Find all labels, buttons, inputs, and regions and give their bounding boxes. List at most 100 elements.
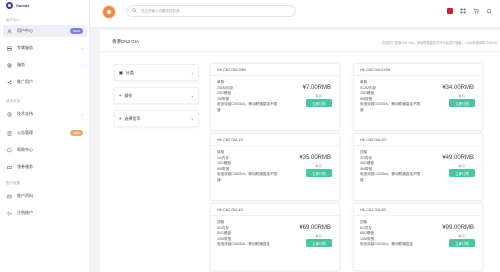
sidebar-item-coupons[interactable]: 领券服务 — [3, 161, 87, 173]
brand-logo-icon — [6, 2, 13, 9]
sidebar-item-label: 技术支持 — [17, 111, 33, 116]
cart-icon[interactable] — [473, 8, 479, 14]
sidebar-item-services[interactable]: 服务 › — [3, 59, 87, 71]
product-price: ¥7.00RMB — [302, 85, 331, 91]
sidebar-item-support[interactable]: 技术支持 › — [3, 108, 87, 120]
chevron-right-icon: › — [81, 111, 83, 117]
globe-icon — [7, 62, 12, 68]
product-spec: 四核 8G内存 80G硬盘 15M带宽 电信双链CN2GIA，移动联通直连 — [360, 220, 422, 248]
chevron-down-icon: ⌄ — [190, 70, 194, 75]
product-name: HK-CN2 GIA 4G — [211, 204, 339, 216]
sidebar-item-label: 账户资料 — [17, 193, 33, 198]
product-card: HK-CN2 GIA 2MB 单核 256M内存 20G硬盘 2M带宽 电信双链… — [210, 63, 340, 131]
spec-line: 电信双链CN2GIA，移动联通直连不限速 — [217, 172, 278, 182]
filter-label: 选择货币 — [124, 115, 141, 121]
product-price: ¥99.00RMB — [442, 225, 474, 231]
sidebar-item-profile[interactable]: 账户资料 — [3, 190, 87, 202]
support-icon — [7, 111, 12, 117]
chevron-right-icon: › — [81, 45, 83, 51]
billing-cycle: 每月 — [315, 94, 322, 98]
spec-line: 电信双链CN2GIA，移动联通直连不限速 — [360, 102, 421, 112]
product-price: ¥49.00RMB — [442, 155, 474, 161]
sidebar-item-label: 领券服务 — [17, 164, 33, 169]
profile-icon — [7, 194, 12, 199]
order-now-button[interactable]: 立即订购 — [306, 169, 332, 177]
product-spec: 单核 512M内存 15G硬盘 5M带宽 电信双链CN2GIA，移动联通直连不限… — [360, 80, 422, 114]
billing-cycle: 每月 — [458, 94, 465, 98]
product-card: HK-CN2 GIA 2G 四核 2G内存 30G硬盘 5M带宽 电信双链CN2… — [353, 133, 483, 201]
filter-category[interactable]: ▣ 分类 ⌄ — [114, 64, 199, 81]
main-panel: 香港CN2 GIA 您选择了香港CN2 GIA，移动联通直连方可大幅提升速度，C… — [100, 30, 500, 272]
chevron-right-icon: › — [81, 62, 83, 68]
plus-icon: + — [119, 116, 122, 121]
spec-line: 电信双链CN2GIA，移动联通直连不限速 — [217, 102, 278, 112]
page-title: 香港CN2 GIA — [112, 39, 140, 44]
product-card: HK-CN2 GIA 512M 单核 512M内存 15G硬盘 5M带宽 电信双… — [353, 63, 483, 131]
sidebar-section-support: 技术支持 — [6, 99, 20, 103]
spec-line: 电信双链CN2GIA，移动联通直连 — [217, 242, 270, 247]
search-input[interactable] — [141, 9, 291, 13]
new-badge: NEW — [70, 130, 83, 136]
product-name: HK-CN2 GIA 2G — [354, 134, 482, 146]
spec-line: 电信双链CN2GIA，移动联通直连不限速 — [360, 172, 421, 182]
brand[interactable]: Gamde — [6, 2, 30, 9]
bell-icon[interactable] — [486, 8, 492, 14]
filter-label: 分类 — [125, 69, 134, 75]
order-now-button[interactable]: 立即订购 — [306, 99, 332, 107]
filter-currency[interactable]: + 选择货币 ⌄ — [114, 110, 199, 127]
sidebar-item-label: 公告管理 — [17, 130, 33, 135]
product-card: HK-CN2 GIA 1G 双核 1G内存 10G硬盘 5M带宽 电信双链CN2… — [210, 133, 340, 201]
logout-icon — [7, 211, 12, 216]
sidebar-item-logout[interactable]: 注销账户 — [3, 207, 87, 219]
search-box — [126, 5, 296, 17]
billing-cycle: 每月 — [315, 234, 322, 238]
grid-icon[interactable] — [460, 8, 466, 14]
sidebar-section-account: 账户设置 — [6, 181, 20, 185]
help-icon — [7, 148, 12, 153]
product-spec: 四核 4G内存 50G硬盘 10M带宽 电信双链CN2GIA，移动联通直连 — [217, 220, 279, 248]
sidebar-item-dedicated[interactable]: 专属服务 › — [3, 42, 87, 54]
product-name: HK-CN2 GIA 2MB — [211, 64, 339, 76]
new-badge: NEW — [70, 28, 83, 34]
chevron-down-icon: ⌄ — [190, 116, 194, 121]
sidebar-item-announcements[interactable]: 公告管理 NEW — [3, 127, 87, 139]
plus-icon: + — [119, 93, 122, 98]
product-spec: 四核 2G内存 30G硬盘 5M带宽 电信双链CN2GIA，移动联通直连不限速 — [360, 150, 422, 184]
filter-label: 操作 — [124, 92, 133, 98]
product-card: HK-CN2 GIA 8G 四核 8G内存 80G硬盘 15M带宽 电信双链CN… — [353, 203, 483, 271]
order-now-button[interactable]: 立即订购 — [306, 239, 332, 247]
share-icon — [7, 80, 12, 85]
avatar[interactable] — [103, 6, 115, 18]
sidebar: Gamde 用户中心 用户中心 NEW 专属服务 › 服务 › 推广用户 技术支… — [0, 0, 90, 272]
product-price: ¥35.00RMB — [299, 155, 331, 161]
category-icon: ▣ — [119, 70, 123, 75]
topbar — [90, 0, 500, 28]
billing-cycle: 每月 — [458, 164, 465, 168]
doc-icon — [7, 130, 12, 136]
sidebar-item-affiliate[interactable]: 推广用户 — [3, 76, 87, 88]
sidebar-item-label: 用户中心 — [17, 28, 33, 33]
sidebar-item-label: 帮助中心 — [17, 147, 33, 152]
order-now-button[interactable]: 立即订购 — [449, 169, 475, 177]
sidebar-item-user-center[interactable]: 用户中心 NEW — [3, 25, 87, 37]
product-price: ¥69.00RMB — [299, 225, 331, 231]
product-spec: 单核 256M内存 20G硬盘 2M带宽 电信双链CN2GIA，移动联通直连不限… — [217, 80, 279, 114]
sidebar-item-label: 服务 — [17, 62, 25, 67]
page-note: 您选择了香港CN2 GIA，移动联通直连方可大幅提升速度，Ceph存储保障CN2… — [381, 41, 497, 45]
divider — [100, 51, 500, 52]
brand-name: Gamde — [16, 3, 30, 8]
filter-actions[interactable]: + 操作 ⌄ — [114, 87, 199, 104]
order-now-button[interactable]: 立即订购 — [449, 99, 475, 107]
language-flag-icon[interactable] — [447, 8, 453, 14]
sidebar-section-user: 用户中心 — [6, 18, 20, 22]
product-name: HK-CN2 GIA 8G — [354, 204, 482, 216]
sidebar-item-help[interactable]: 帮助中心 — [3, 144, 87, 156]
order-now-button[interactable]: 立即订购 — [449, 239, 475, 247]
billing-cycle: 每月 — [458, 234, 465, 238]
product-name: HK-CN2 GIA 1G — [211, 134, 339, 146]
sidebar-item-label: 推广用户 — [17, 79, 33, 84]
product-name: HK-CN2 GIA 512M — [354, 64, 482, 76]
product-card: HK-CN2 GIA 4G 四核 4G内存 50G硬盘 10M带宽 电信双链CN… — [210, 203, 340, 271]
sidebar-item-label: 专属服务 — [17, 45, 33, 50]
product-spec: 双核 1G内存 10G硬盘 5M带宽 电信双链CN2GIA，移动联通直连不限速 — [217, 150, 279, 184]
